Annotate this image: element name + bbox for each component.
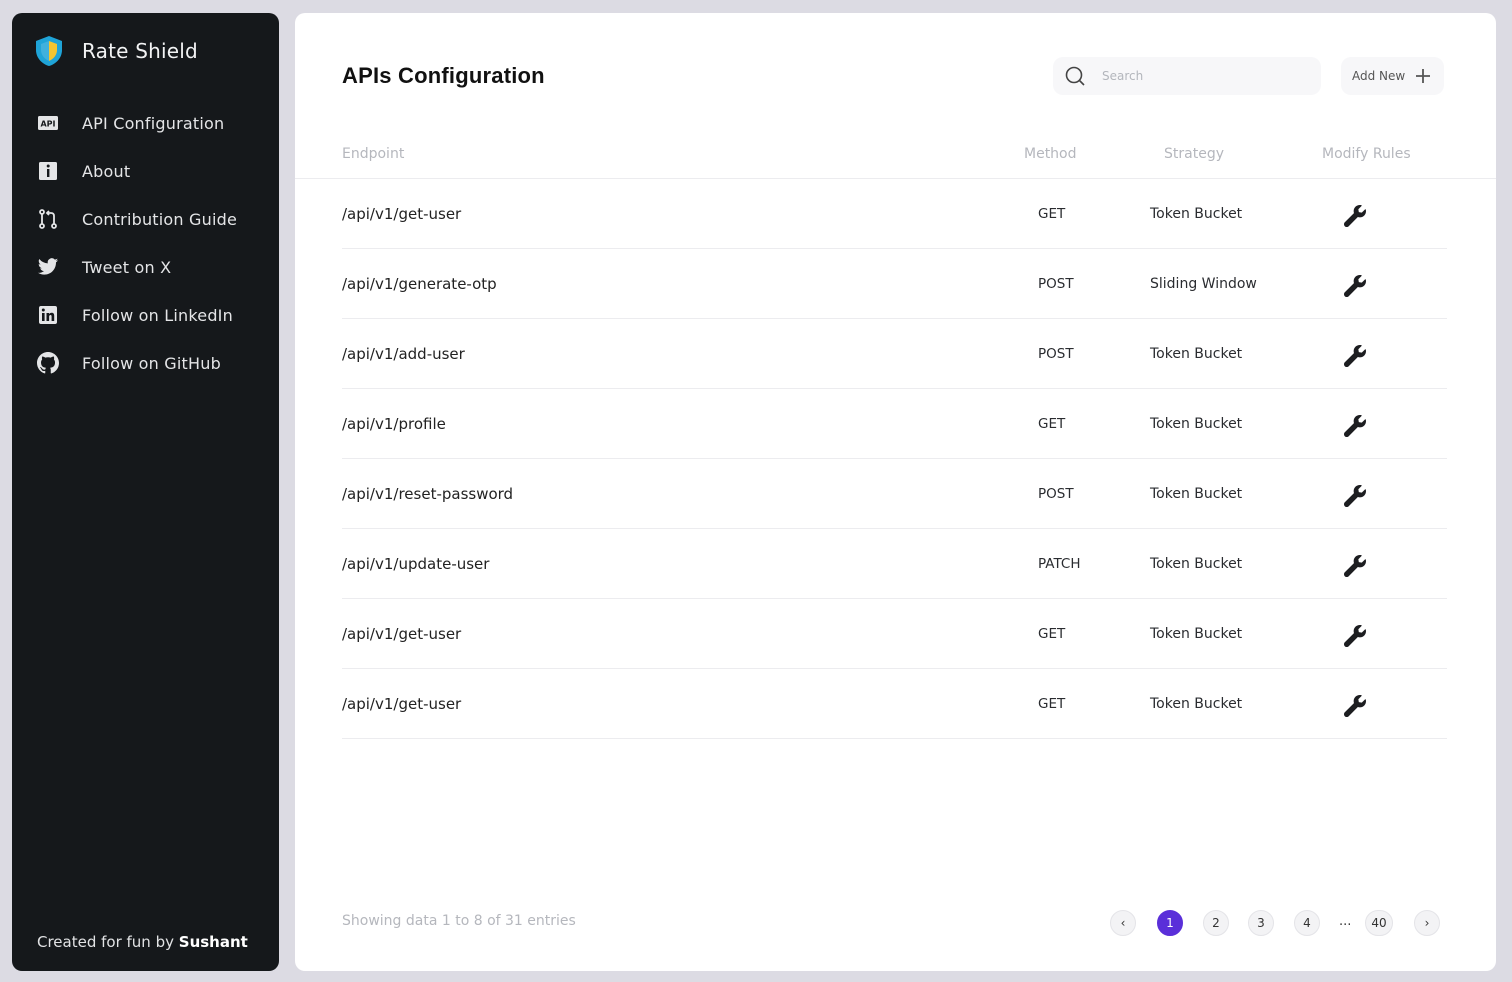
- info-icon: [37, 160, 59, 182]
- wrench-icon[interactable]: [1343, 204, 1368, 229]
- twitter-icon: [37, 256, 59, 278]
- api-icon: API: [37, 112, 59, 134]
- search-input[interactable]: [1102, 69, 1292, 83]
- sidebar-item-contribution-guide[interactable]: Contribution Guide: [37, 195, 272, 243]
- sidebar-item-api-configuration[interactable]: API API Configuration: [37, 99, 272, 147]
- github-icon: [37, 352, 59, 374]
- wrench-icon[interactable]: [1343, 554, 1368, 579]
- column-header-modify-rules: Modify Rules: [1322, 146, 1411, 162]
- page-button[interactable]: 2: [1203, 910, 1229, 936]
- endpoint-cell: /api/v1/get-user: [342, 695, 462, 713]
- table-row: /api/v1/get-user GET Token Bucket: [342, 669, 1447, 739]
- endpoint-cell: /api/v1/add-user: [342, 345, 465, 363]
- page-button[interactable]: 4: [1294, 910, 1320, 936]
- strategy-cell: Token Bucket: [1150, 626, 1243, 642]
- method-cell: POST: [1038, 276, 1074, 292]
- strategy-cell: Token Bucket: [1150, 416, 1243, 432]
- plus-icon: [1415, 68, 1431, 84]
- add-new-label: Add New: [1352, 69, 1406, 83]
- wrench-icon[interactable]: [1343, 624, 1368, 649]
- strategy-cell: Token Bucket: [1150, 206, 1243, 222]
- add-new-button[interactable]: Add New: [1341, 57, 1444, 95]
- method-cell: PATCH: [1038, 556, 1081, 572]
- sidebar-item-label: Follow on LinkedIn: [82, 305, 233, 325]
- footer-credit: Created for fun by Sushant: [37, 933, 248, 951]
- sidebar-item-label: API Configuration: [82, 113, 225, 133]
- wrench-icon[interactable]: [1343, 274, 1368, 299]
- method-cell: GET: [1038, 626, 1066, 642]
- main-panel: APIs Configuration Add New Endpoint Meth…: [295, 13, 1496, 971]
- table-row: /api/v1/update-user PATCH Token Bucket: [342, 529, 1447, 599]
- endpoint-cell: /api/v1/update-user: [342, 555, 490, 573]
- sidebar-item-label: About: [82, 161, 131, 181]
- column-header-strategy: Strategy: [1164, 146, 1224, 162]
- sidebar-item-label: Tweet on X: [82, 257, 172, 277]
- sidebar-item-label: Contribution Guide: [82, 209, 238, 229]
- sidebar-item-tweet-on-x[interactable]: Tweet on X: [37, 243, 272, 291]
- brand-name: Rate Shield: [82, 39, 198, 63]
- pagination-summary: Showing data 1 to 8 of 31 entries: [342, 913, 576, 929]
- git-pull-request-icon: [37, 208, 59, 230]
- strategy-cell: Token Bucket: [1150, 346, 1243, 362]
- strategy-cell: Sliding Window: [1150, 276, 1257, 292]
- sidebar-nav: API API Configuration About Contribution…: [37, 99, 272, 387]
- column-header-method: Method: [1024, 146, 1077, 162]
- author-link[interactable]: Sushant: [179, 933, 248, 951]
- footer-credit-prefix: Created for fun by: [37, 933, 179, 951]
- sidebar-item-label: Follow on GitHub: [82, 353, 221, 373]
- search-box[interactable]: [1053, 57, 1321, 95]
- column-header-endpoint: Endpoint: [342, 146, 405, 162]
- page-button[interactable]: 3: [1248, 910, 1274, 936]
- method-cell: POST: [1038, 486, 1074, 502]
- strategy-cell: Token Bucket: [1150, 696, 1243, 712]
- wrench-icon[interactable]: [1343, 484, 1368, 509]
- sidebar-item-about[interactable]: About: [37, 147, 272, 195]
- search-icon: [1064, 65, 1086, 87]
- table-row: /api/v1/reset-password POST Token Bucket: [342, 459, 1447, 529]
- shield-icon: [34, 35, 64, 67]
- endpoint-cell: /api/v1/profile: [342, 415, 446, 433]
- method-cell: GET: [1038, 696, 1066, 712]
- page-button[interactable]: 40: [1365, 910, 1393, 936]
- endpoint-cell: /api/v1/get-user: [342, 205, 462, 223]
- method-cell: GET: [1038, 206, 1066, 222]
- table-row: /api/v1/generate-otp POST Sliding Window: [342, 249, 1447, 319]
- strategy-cell: Token Bucket: [1150, 486, 1243, 502]
- table-row: /api/v1/profile GET Token Bucket: [342, 389, 1447, 459]
- endpoint-cell: /api/v1/get-user: [342, 625, 462, 643]
- table-body: /api/v1/get-user GET Token Bucket /api/v…: [342, 179, 1447, 739]
- table-header: Endpoint Method Strategy Modify Rules: [295, 137, 1496, 179]
- pagination-ellipsis: ...: [1339, 914, 1352, 929]
- endpoint-cell: /api/v1/generate-otp: [342, 275, 497, 293]
- svg-text:API: API: [40, 120, 55, 129]
- strategy-cell: Token Bucket: [1150, 556, 1243, 572]
- table-row: /api/v1/get-user GET Token Bucket: [342, 599, 1447, 669]
- table-row: /api/v1/get-user GET Token Bucket: [342, 179, 1447, 249]
- next-page-button[interactable]: ›: [1414, 910, 1440, 936]
- prev-page-button[interactable]: ‹: [1110, 910, 1136, 936]
- brand[interactable]: Rate Shield: [34, 35, 198, 67]
- method-cell: POST: [1038, 346, 1074, 362]
- table-row: /api/v1/add-user POST Token Bucket: [342, 319, 1447, 389]
- sidebar-item-follow-on-github[interactable]: Follow on GitHub: [37, 339, 272, 387]
- endpoint-cell: /api/v1/reset-password: [342, 485, 514, 503]
- linkedin-icon: [37, 304, 59, 326]
- wrench-icon[interactable]: [1343, 694, 1368, 719]
- wrench-icon[interactable]: [1343, 414, 1368, 439]
- sidebar-item-follow-on-linkedin[interactable]: Follow on LinkedIn: [37, 291, 272, 339]
- wrench-icon[interactable]: [1343, 344, 1368, 369]
- page-title: APIs Configuration: [342, 63, 545, 88]
- method-cell: GET: [1038, 416, 1066, 432]
- sidebar: Rate Shield API API Configuration About …: [12, 13, 279, 971]
- page-button[interactable]: 1: [1157, 910, 1183, 936]
